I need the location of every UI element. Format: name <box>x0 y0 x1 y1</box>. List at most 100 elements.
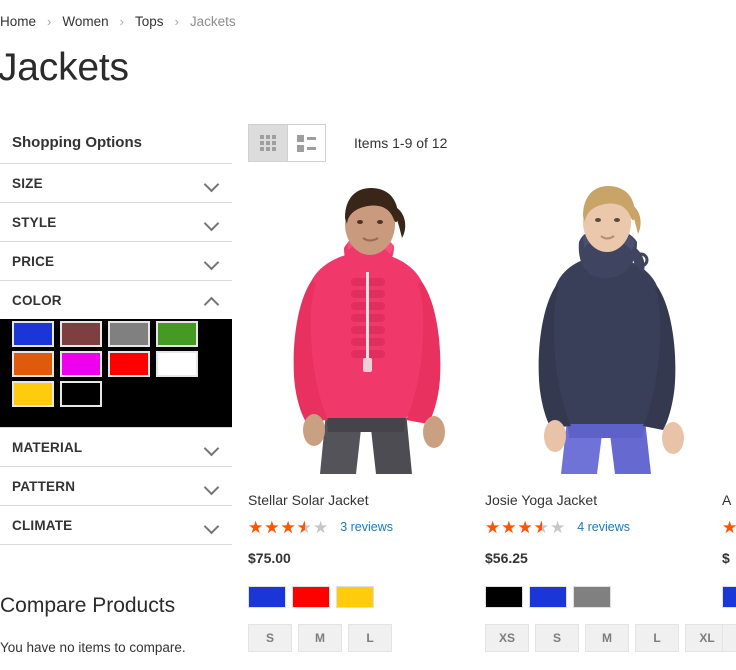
breadcrumb: Home › Women › Tops › Jackets <box>0 12 236 32</box>
product-price: $75.00 <box>248 550 291 566</box>
product-item: Stellar Solar Jacket ★★★★★ ★★★★★ 3 revie… <box>248 180 485 652</box>
category-page: Home › Women › Tops › Jackets Jackets Sh… <box>0 0 736 670</box>
star-rating-icon: ★★★★★ ★★★★★ <box>722 519 736 536</box>
product-swatch-gray[interactable] <box>573 586 611 608</box>
breadcrumb-item-jackets: Jackets <box>189 14 236 29</box>
chevron-down-icon <box>204 443 220 453</box>
filter-toggle-price[interactable]: PRICE <box>0 242 232 280</box>
star-rating-filled: ★★★★★ <box>248 518 305 536</box>
product-color-options <box>722 586 736 608</box>
product-rating: ★★★★★ ★★★★★ <box>722 518 736 536</box>
compare-products-empty-message: You have no items to compare. <box>0 640 186 655</box>
model-navy-cowl-jacket-illustration <box>485 180 722 474</box>
product-size-xs[interactable]: XS <box>485 624 529 652</box>
product-swatch-blue[interactable] <box>529 586 567 608</box>
breadcrumb-separator-icon: › <box>119 14 124 29</box>
filter-block-color: COLOR <box>0 280 232 427</box>
product-name-link[interactable]: Josie Yoga Jacket <box>485 490 722 510</box>
product-size-options: XS S M L XL <box>485 624 729 652</box>
product-swatch-blue[interactable] <box>722 586 736 608</box>
product-list-main: Items 1-9 of 12 Stellar Solar Jacket ★★★… <box>248 124 736 652</box>
product-size-m[interactable]: M <box>585 624 629 652</box>
chevron-up-icon <box>204 296 220 306</box>
chevron-down-icon <box>204 521 220 531</box>
color-swatch-yellow[interactable] <box>60 381 102 407</box>
color-swatch-gray[interactable] <box>156 321 198 347</box>
breadcrumb-item-women[interactable]: Women <box>62 12 108 32</box>
product-rating: ★★★★★ ★★★★★ 4 reviews <box>485 518 722 536</box>
color-swatch-list <box>0 319 232 427</box>
filter-toggle-size[interactable]: SIZE <box>0 164 232 202</box>
product-swatch-red[interactable] <box>292 586 330 608</box>
breadcrumb-separator-icon: › <box>174 14 179 29</box>
color-swatch-white[interactable] <box>12 381 54 407</box>
product-swatch-black[interactable] <box>485 586 523 608</box>
color-swatch-blue[interactable] <box>60 321 102 347</box>
chevron-down-icon <box>204 218 220 228</box>
filter-toggle-climate[interactable]: CLIMATE <box>0 506 232 544</box>
breadcrumb-item-home[interactable]: Home <box>0 12 36 32</box>
filter-block-style: STYLE <box>0 202 232 241</box>
chevron-down-icon <box>204 482 220 492</box>
product-size-l[interactable]: L <box>635 624 679 652</box>
product-price: $ <box>722 550 730 566</box>
product-color-options <box>248 586 485 608</box>
product-reviews-link[interactable]: 4 reviews <box>577 518 630 536</box>
chevron-down-icon <box>204 257 220 267</box>
filter-toggle-material[interactable]: MATERIAL <box>0 428 232 466</box>
product-name-link[interactable]: Stellar Solar Jacket <box>248 490 485 510</box>
filter-block-pattern: PATTERN <box>0 466 232 505</box>
filter-label-color: COLOR <box>12 293 62 308</box>
filter-block-price: PRICE <box>0 241 232 280</box>
filter-label-style: STYLE <box>12 215 57 230</box>
star-rating-icon: ★★★★★ ★★★★★ <box>485 519 566 536</box>
model-cut-off-illustration <box>722 180 736 474</box>
star-rating-icon: ★★★★★ ★★★★★ <box>248 519 329 536</box>
filter-label-pattern: PATTERN <box>12 479 76 494</box>
breadcrumb-item-tops[interactable]: Tops <box>135 12 164 32</box>
view-mode-grid-button[interactable] <box>249 125 287 161</box>
product-reviews-link[interactable]: 3 reviews <box>340 518 393 536</box>
compare-products-block: Compare Products You have no items to co… <box>0 592 232 658</box>
filter-label-size: SIZE <box>12 176 43 191</box>
product-rating: ★★★★★ ★★★★★ 3 reviews <box>248 518 485 536</box>
filter-label-material: MATERIAL <box>12 440 83 455</box>
color-swatch-red[interactable] <box>156 351 198 377</box>
product-size-m[interactable]: M <box>298 624 342 652</box>
color-swatch-green[interactable] <box>12 351 54 377</box>
page-title: Jackets <box>0 46 129 89</box>
filter-toggle-pattern[interactable]: PATTERN <box>0 467 232 505</box>
filter-toggle-color[interactable]: COLOR <box>0 281 232 319</box>
star-rating-filled: ★★★★★ <box>722 518 736 536</box>
product-swatch-yellow[interactable] <box>336 586 374 608</box>
sidebar-title: Shopping Options <box>12 134 142 151</box>
product-swatch-blue[interactable] <box>248 586 286 608</box>
view-mode-switcher <box>248 124 326 162</box>
filter-label-climate: CLIMATE <box>12 518 73 533</box>
breadcrumb-separator-icon: › <box>47 14 52 29</box>
product-name-link[interactable]: A <box>722 490 736 510</box>
filter-block-climate: CLIMATE <box>0 505 232 545</box>
view-mode-list-button[interactable] <box>287 125 325 161</box>
product-size-s[interactable]: S <box>535 624 579 652</box>
grid-icon <box>260 135 276 151</box>
product-item: A ★★★★★ ★★★★★ $ <box>722 180 736 652</box>
product-image-stellar-solar-jacket[interactable] <box>248 180 485 474</box>
model-pink-ruffle-jacket-illustration <box>248 180 485 474</box>
product-size-s[interactable]: S <box>248 624 292 652</box>
product-size-l[interactable]: L <box>348 624 392 652</box>
filter-block-material: MATERIAL <box>0 427 232 466</box>
compare-products-title: Compare Products <box>0 594 176 617</box>
color-swatch-orange[interactable] <box>60 351 102 377</box>
product-image-third[interactable] <box>722 180 736 474</box>
product-image-josie-yoga-jacket[interactable] <box>485 180 722 474</box>
product-list-toolbar: Items 1-9 of 12 <box>248 124 736 162</box>
chevron-down-icon <box>204 179 220 189</box>
color-swatch-black[interactable] <box>12 321 54 347</box>
color-swatch-purple[interactable] <box>108 351 150 377</box>
filter-toggle-style[interactable]: STYLE <box>0 203 232 241</box>
star-rating-filled: ★★★★★ <box>485 518 542 536</box>
color-swatch-brown[interactable] <box>108 321 150 347</box>
filter-block-size: SIZE <box>0 163 232 202</box>
product-size-first[interactable] <box>722 624 736 652</box>
